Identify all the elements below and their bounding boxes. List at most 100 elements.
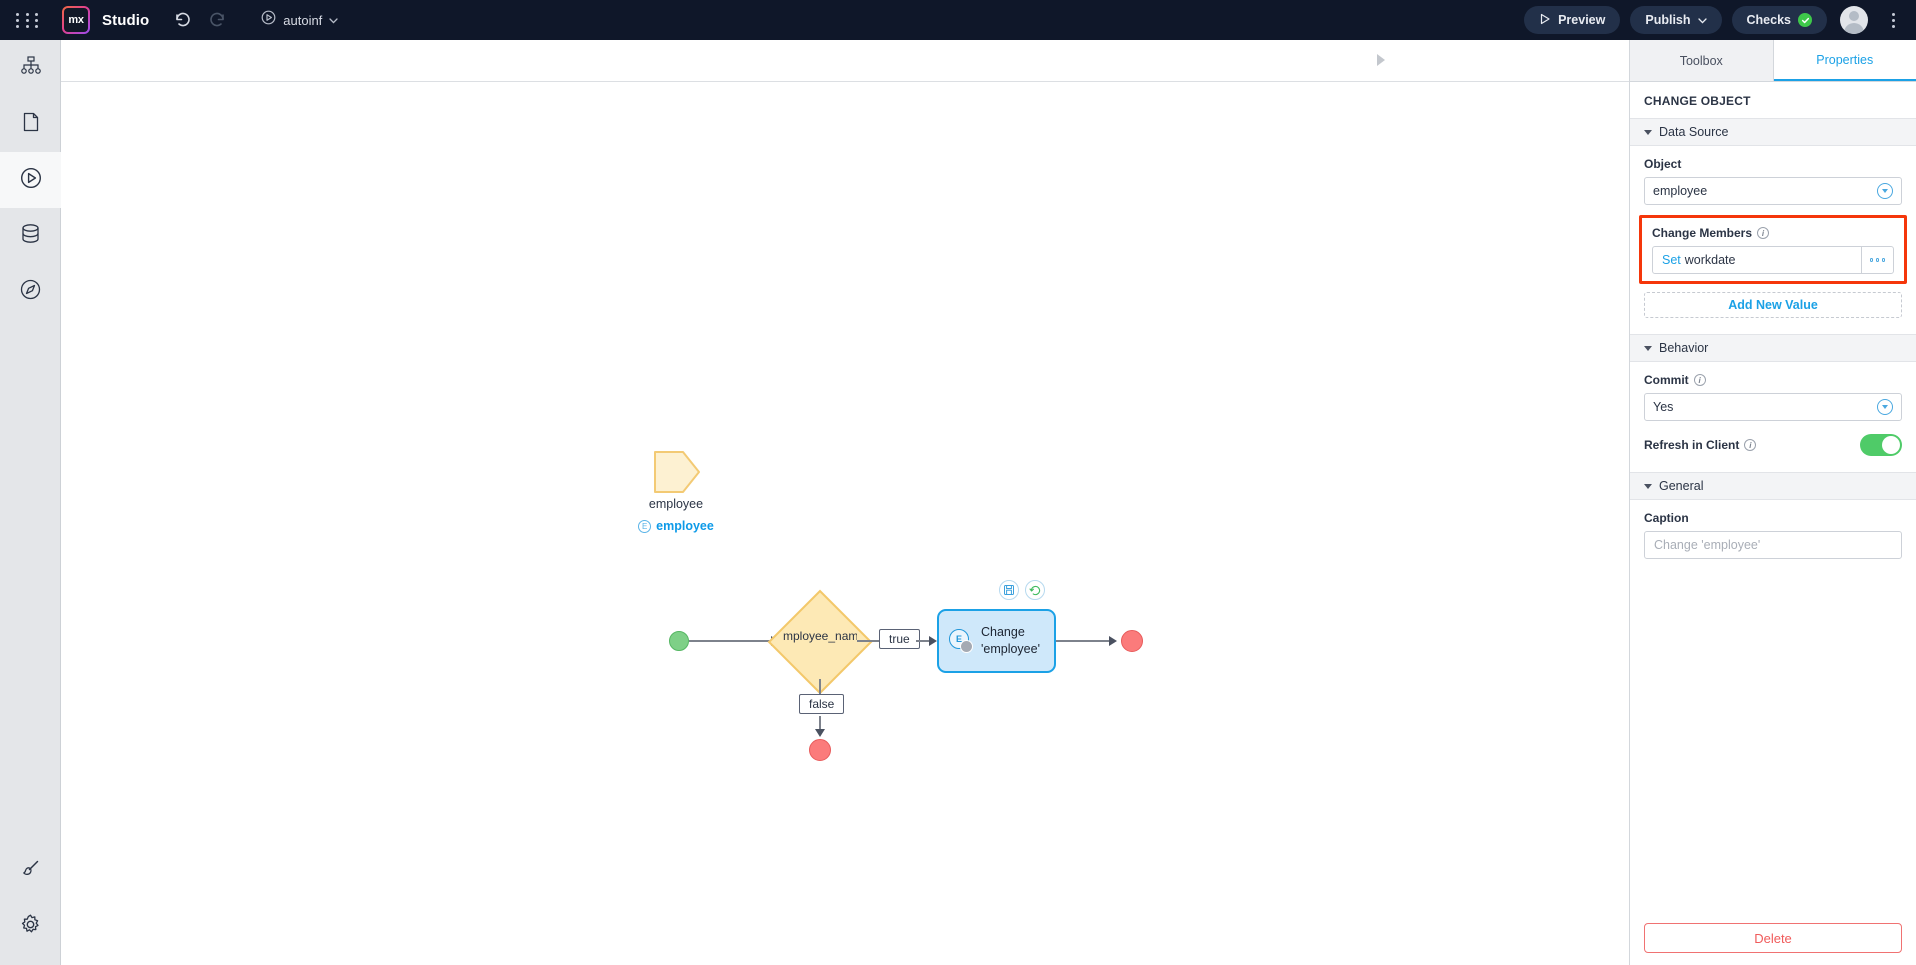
change-member-value[interactable]: Set workdate	[1653, 247, 1861, 273]
refresh-in-client-toggle[interactable]	[1860, 434, 1902, 456]
preview-button[interactable]: Preview	[1524, 6, 1621, 34]
mendix-logo[interactable]: mx	[62, 6, 90, 34]
compass-icon	[19, 278, 42, 306]
parameter-entity[interactable]: E employee	[601, 519, 751, 533]
flow-label-false[interactable]: false	[799, 694, 845, 714]
activity-caption-line2: 'employee'	[981, 642, 1040, 656]
object-select[interactable]: employee	[1644, 177, 1902, 205]
info-icon[interactable]: i	[1744, 439, 1757, 451]
caption-label: Caption	[1644, 511, 1689, 525]
chevron-down-icon	[1877, 399, 1893, 415]
sitemap-icon	[20, 55, 42, 82]
chevron-down-icon	[329, 11, 338, 29]
object-value: employee	[1653, 184, 1708, 198]
sidebar-item-logic[interactable]	[0, 152, 61, 208]
project-name: autoinf	[283, 12, 323, 28]
caption-input[interactable]: Change 'employee'	[1644, 531, 1902, 559]
change-members-label-row: Change Members i	[1652, 226, 1899, 240]
chevron-down-icon	[1877, 183, 1893, 199]
pencil-overlay-icon	[960, 640, 973, 653]
field-caption: Caption Change 'employee'	[1630, 500, 1916, 559]
commit-label-row: Commit i	[1644, 373, 1902, 387]
object-label: Object	[1644, 157, 1682, 171]
connector-decision-to-true	[857, 640, 881, 642]
sidebar-item-pages[interactable]	[0, 96, 61, 152]
chevron-down-icon	[1644, 129, 1652, 135]
arrowhead-icon	[1109, 636, 1117, 646]
change-member-more-icon[interactable]	[1861, 247, 1893, 273]
commit-badge-icon	[999, 580, 1019, 600]
properties-panel: Toolbox Properties CHANGE OBJECT Data So…	[1629, 40, 1916, 965]
entity-badge-icon: E	[638, 519, 652, 533]
member-name-label: workdate	[1684, 253, 1736, 267]
publish-button[interactable]: Publish	[1630, 6, 1722, 34]
tab-properties[interactable]: Properties	[1773, 40, 1916, 81]
commit-select[interactable]: Yes	[1644, 393, 1902, 421]
panel-title: CHANGE OBJECT	[1644, 94, 1751, 108]
tab-toolbox[interactable]: Toolbox	[1630, 40, 1774, 81]
sidebar-item-data[interactable]	[0, 208, 61, 264]
checks-button[interactable]: Checks	[1731, 6, 1827, 34]
end-event-node-true[interactable]	[1121, 630, 1143, 652]
change-members-highlight: Change Members i Set workdate	[1639, 215, 1907, 284]
panel-tabs: Toolbox Properties	[1630, 40, 1916, 82]
add-new-value-button[interactable]: Add New Value	[1644, 292, 1902, 318]
flow-canvas[interactable]: employee E employee mployee_name true E …	[61, 40, 1629, 965]
field-commit: Commit i Yes	[1630, 362, 1916, 421]
change-member-row[interactable]: Set workdate	[1652, 246, 1894, 274]
section-label-data-source: Data Source	[1659, 125, 1729, 139]
info-icon[interactable]: i	[1693, 374, 1706, 386]
sidebar-item-sitemap[interactable]	[0, 40, 61, 96]
field-object: Object employee	[1630, 146, 1916, 205]
project-selector[interactable]: autoinf	[261, 10, 338, 30]
connector-start-to-decision	[689, 640, 771, 642]
info-icon[interactable]: i	[1757, 227, 1770, 239]
chevron-down-icon	[1697, 13, 1707, 27]
change-object-icon: E	[949, 629, 973, 653]
sidebar-item-navigation[interactable]	[0, 264, 61, 320]
section-label-general: General	[1659, 479, 1704, 493]
change-members-label: Change Members	[1652, 226, 1753, 240]
start-event-node[interactable]	[669, 631, 689, 651]
sidebar-item-settings[interactable]	[0, 899, 61, 955]
section-header-general[interactable]: General	[1630, 472, 1916, 500]
topbar-actions: Preview Publish Checks	[1524, 0, 1904, 40]
gear-icon	[19, 913, 42, 941]
decision-expression: mployee_name	[783, 629, 857, 643]
play-triangle-icon	[1539, 13, 1551, 28]
redo-icon[interactable]	[207, 9, 229, 31]
end-event-node-false[interactable]	[809, 739, 831, 761]
left-rail	[0, 40, 61, 965]
sidebar-item-theme[interactable]	[0, 843, 61, 899]
app-grid-icon[interactable]	[16, 13, 42, 28]
document-icon	[20, 111, 42, 138]
change-object-activity[interactable]: E Change 'employee'	[937, 609, 1056, 673]
logo-text: mx	[64, 8, 88, 32]
flow-label-true[interactable]: true	[879, 629, 920, 649]
avatar[interactable]	[1840, 6, 1868, 34]
field-refresh-in-client: Refresh in Client i	[1630, 421, 1916, 456]
section-label-behavior: Behavior	[1659, 341, 1709, 355]
section-header-data-source[interactable]: Data Source	[1630, 118, 1916, 146]
collapse-panel-icon[interactable]	[1377, 54, 1385, 66]
refresh-in-client-label: Refresh in Client	[1644, 438, 1740, 452]
refresh-badge-icon	[1025, 580, 1045, 600]
publish-label: Publish	[1645, 13, 1691, 27]
undo-redo-group	[171, 9, 229, 31]
play-circle-icon	[261, 10, 276, 30]
preview-label: Preview	[1558, 13, 1606, 27]
arrowhead-icon	[815, 729, 825, 737]
arrowhead-icon	[929, 636, 937, 646]
canvas-toolbar	[61, 40, 1629, 82]
undo-icon[interactable]	[171, 9, 193, 31]
app-title: Studio	[102, 11, 150, 29]
database-icon	[19, 222, 42, 250]
paintbrush-icon	[20, 858, 42, 885]
section-header-behavior[interactable]: Behavior	[1630, 334, 1916, 362]
checks-label: Checks	[1746, 13, 1791, 27]
play-circle-icon	[19, 166, 43, 195]
delete-button[interactable]: Delete	[1644, 923, 1902, 953]
more-options-icon[interactable]	[1882, 6, 1904, 34]
activity-caption-line1: Change	[981, 625, 1025, 640]
parameter-shape[interactable]	[653, 450, 701, 494]
